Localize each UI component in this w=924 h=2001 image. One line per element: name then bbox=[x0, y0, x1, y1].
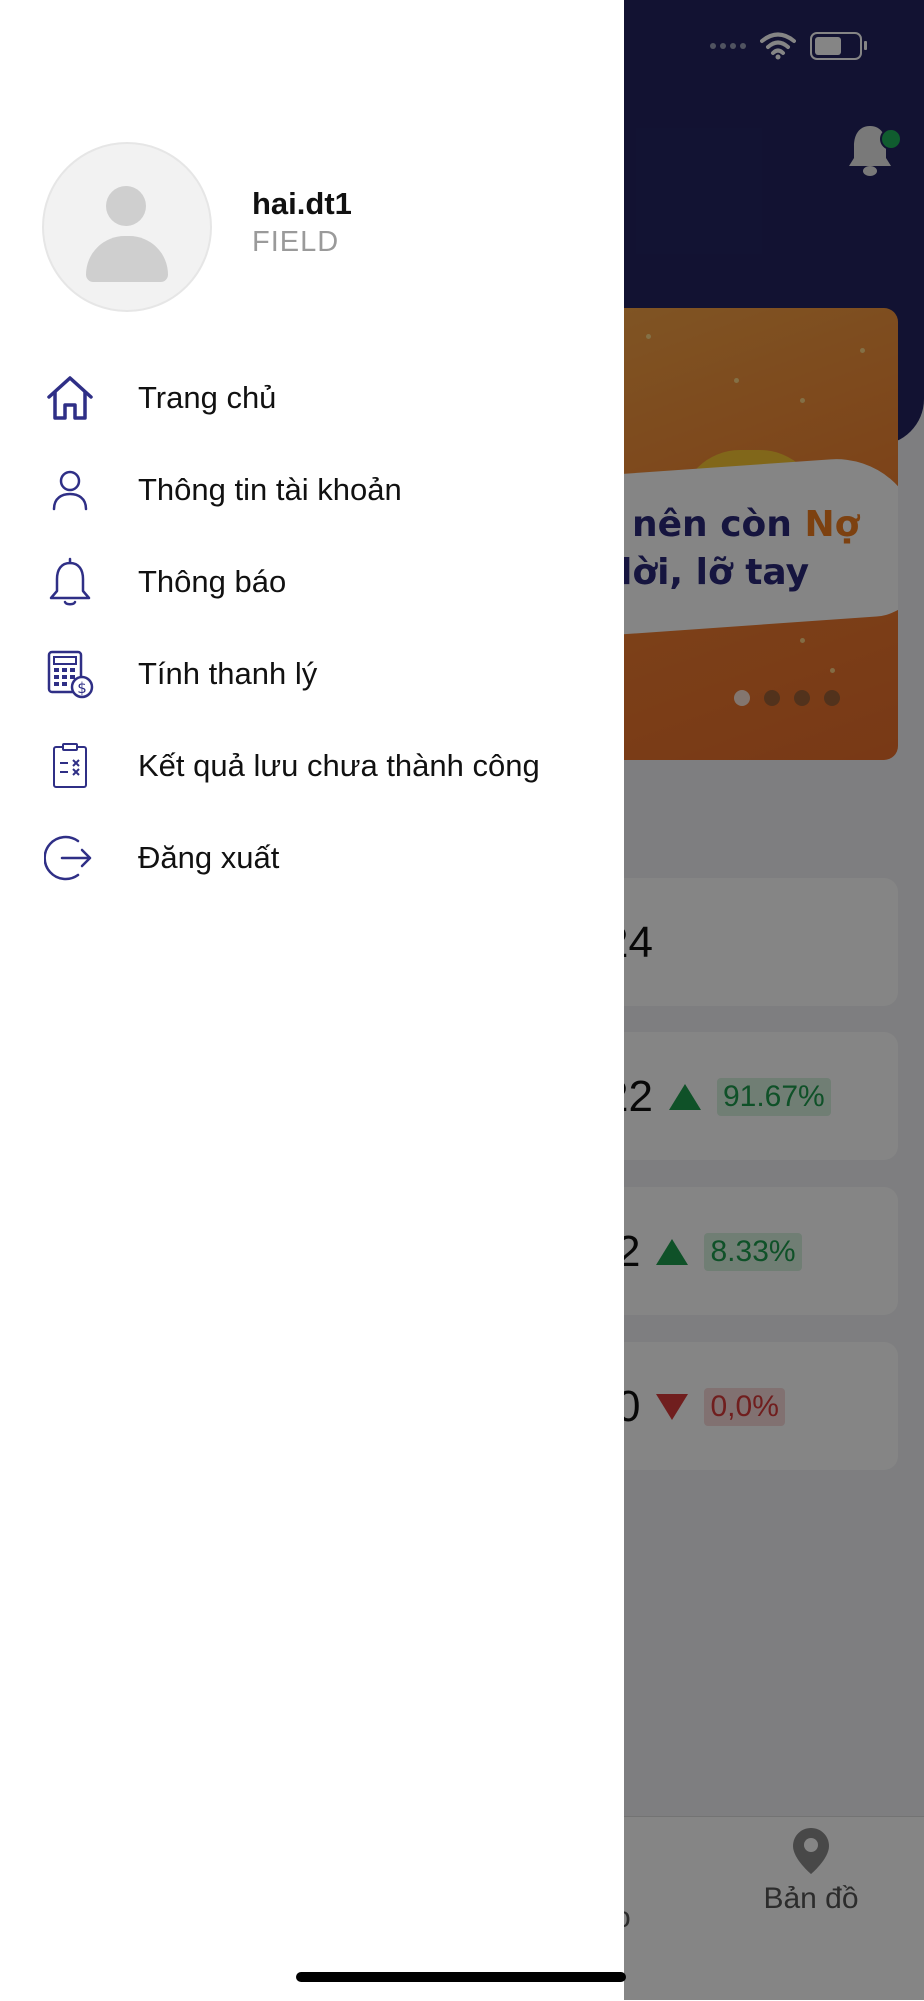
side-drawer: hai.dt1 FIELD Trang chủ Thông tin tài kh… bbox=[0, 0, 624, 2000]
home-indicator bbox=[296, 1972, 626, 1982]
bell-icon bbox=[42, 554, 98, 610]
home-icon bbox=[42, 370, 98, 426]
menu-item-label: Trang chủ bbox=[138, 380, 277, 415]
logout-icon bbox=[42, 830, 98, 886]
menu-item-home[interactable]: Trang chủ bbox=[0, 352, 624, 444]
menu-item-label: Đăng xuất bbox=[138, 840, 280, 875]
drawer-menu: Trang chủ Thông tin tài khoản Thông báo bbox=[0, 352, 624, 904]
svg-text:$: $ bbox=[77, 679, 87, 697]
menu-item-liquidation-calc[interactable]: $ Tính thanh lý bbox=[0, 628, 624, 720]
menu-item-label: Thông tin tài khoản bbox=[138, 472, 402, 507]
menu-item-logout[interactable]: Đăng xuất bbox=[0, 812, 624, 904]
menu-item-account-info[interactable]: Thông tin tài khoản bbox=[0, 444, 624, 536]
menu-item-failed-results[interactable]: Kết quả lưu chưa thành công bbox=[0, 720, 624, 812]
menu-item-label: Kết quả lưu chưa thành công bbox=[138, 748, 540, 783]
menu-item-label: Thông báo bbox=[138, 564, 287, 599]
user-icon bbox=[42, 462, 98, 518]
menu-item-notifications[interactable]: Thông báo bbox=[0, 536, 624, 628]
avatar[interactable] bbox=[42, 142, 212, 312]
user-name: hai.dt1 bbox=[252, 186, 352, 221]
calculator-icon: $ bbox=[42, 646, 98, 702]
menu-item-label: Tính thanh lý bbox=[138, 656, 318, 691]
user-role: FIELD bbox=[252, 226, 340, 258]
clipboard-icon bbox=[42, 738, 98, 794]
